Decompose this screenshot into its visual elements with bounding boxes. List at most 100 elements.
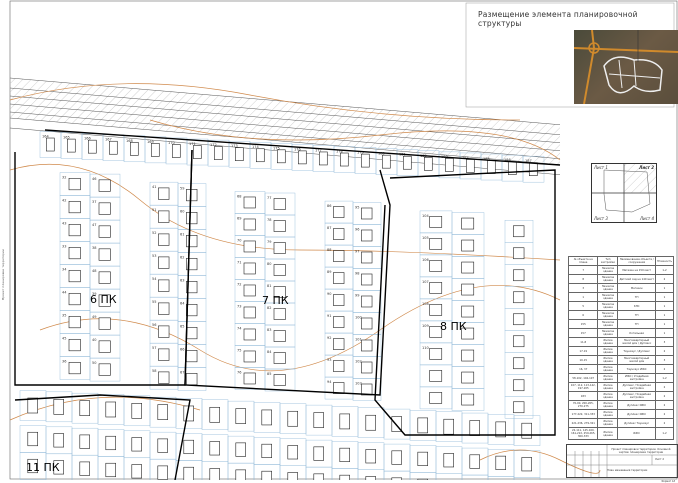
lot-number: 32	[62, 176, 66, 180]
table-row: 7 Нежилое здание Магазин на 150 мест 1-2	[567, 265, 675, 275]
house-footprint	[131, 464, 142, 479]
table-cell: 2	[654, 382, 675, 392]
table-cell: 17-19	[567, 346, 599, 356]
table-cell: 11-8	[567, 337, 599, 347]
house-footprint	[429, 238, 443, 250]
house-footprint	[27, 397, 38, 414]
house-footprint	[313, 446, 324, 461]
table-row: 1 Нежилое здание ТП 1	[567, 292, 675, 302]
table-cell: Жилое здание	[597, 346, 619, 356]
lot-number: 77	[267, 196, 271, 200]
table-row: 8 Нежилое здание Детский сад на 140 мест 2	[567, 274, 675, 284]
lot-number: 66	[180, 348, 184, 352]
lot-number: 88	[327, 248, 331, 252]
lot-number: 62	[180, 256, 184, 260]
table-cell: 183	[567, 391, 599, 401]
lot-number: 91	[327, 314, 331, 318]
table-cell: 1	[654, 310, 675, 320]
table-cell: Жилое здание	[597, 400, 619, 410]
house-footprint	[461, 371, 475, 384]
table-row: 221-236, 279-321 Жилое здание Дуплекс Таун…	[567, 418, 675, 428]
house-footprint	[214, 146, 223, 160]
house-footprint	[365, 449, 376, 464]
lot-number: 99	[355, 293, 359, 297]
house-footprint	[45, 137, 55, 152]
table-cell: 8	[567, 274, 599, 284]
house-footprint	[361, 229, 373, 242]
table-cell: 70-90, 200-205, 270-275	[567, 400, 599, 410]
house-footprint	[158, 256, 170, 269]
house-footprint	[158, 302, 170, 315]
table-cell: 1	[654, 301, 675, 311]
house-footprint	[186, 189, 198, 202]
table-row: 11-8 Жилое здание Многоквартирный жилой до…	[567, 337, 675, 347]
house-footprint	[461, 261, 475, 274]
table-cell: ТП	[617, 319, 656, 329]
lot-number: 40	[92, 338, 96, 342]
lot-number: 41	[152, 185, 156, 189]
inset-caption: Размещение элемента планировочной структ…	[478, 10, 638, 28]
house-footprint	[243, 350, 256, 363]
house-footprint	[68, 315, 81, 329]
lot-number: 43	[62, 222, 66, 226]
house-footprint	[186, 235, 198, 248]
table-cell: 1-2	[654, 265, 675, 275]
table-header: № объекта на плане	[567, 256, 599, 266]
house-footprint	[158, 233, 170, 246]
house-footprint	[521, 457, 532, 472]
house-footprint	[68, 338, 81, 352]
lot-number: 68	[237, 194, 241, 198]
lot-number: 94	[327, 380, 332, 384]
house-footprint	[158, 325, 170, 338]
house-footprint	[273, 198, 286, 210]
house-footprint	[209, 441, 220, 456]
house-footprint	[157, 465, 168, 480]
lot-number: 57	[152, 346, 156, 350]
table-cell: Нежилое здание	[597, 292, 619, 302]
house-footprint	[461, 217, 475, 230]
house-footprint	[243, 328, 256, 341]
house-footprint	[98, 317, 111, 330]
house-footprint	[513, 313, 525, 326]
house-footprint	[528, 162, 538, 176]
house-footprint	[183, 439, 194, 455]
table-cell: 58-102, 104-107	[567, 373, 599, 383]
house-footprint	[243, 196, 256, 209]
title-block-drawing-name: План межевания территории	[607, 469, 648, 472]
house-footprint	[429, 304, 443, 316]
lot-number: 93	[327, 358, 331, 362]
lot-number: 34	[62, 268, 67, 272]
house-footprint	[339, 152, 349, 167]
house-footprint	[361, 295, 373, 308]
lot-number: 44	[62, 291, 67, 295]
house-footprint	[68, 361, 81, 375]
house-footprint	[130, 142, 139, 156]
house-footprint	[513, 247, 525, 260]
house-footprint	[276, 149, 286, 164]
house-footprint	[243, 262, 256, 275]
house-footprint	[521, 422, 532, 439]
house-footprint	[255, 148, 265, 163]
house-footprint	[333, 272, 345, 284]
table-cell: Жилое здание	[597, 337, 619, 347]
house-footprint	[469, 454, 480, 469]
lot-number: 55	[152, 300, 156, 304]
lot-number: 42	[62, 199, 66, 203]
table-row: 5 Нежилое здание КНС 1	[567, 301, 675, 311]
lot-number: 171	[189, 142, 196, 146]
house-footprint	[53, 399, 64, 415]
house-footprint	[469, 420, 480, 436]
house-footprint	[261, 409, 272, 426]
house-footprint	[79, 434, 90, 449]
house-footprint	[429, 370, 443, 382]
table-cell: Нежилое здание	[597, 319, 619, 329]
table-cell: ИЖС	[617, 427, 656, 440]
table-row: 17-19 Жилое здание Таунхаус / Дуплекс 2	[567, 346, 675, 356]
lot-number: 48	[92, 269, 96, 273]
house-footprint	[172, 144, 181, 158]
table-cell: ИЖС / Усадебная застройка	[617, 373, 656, 383]
lot-number: 102	[355, 359, 362, 363]
house-footprint	[333, 316, 345, 328]
house-footprint	[429, 392, 443, 404]
table-cell: Жилое здание	[597, 355, 619, 365]
